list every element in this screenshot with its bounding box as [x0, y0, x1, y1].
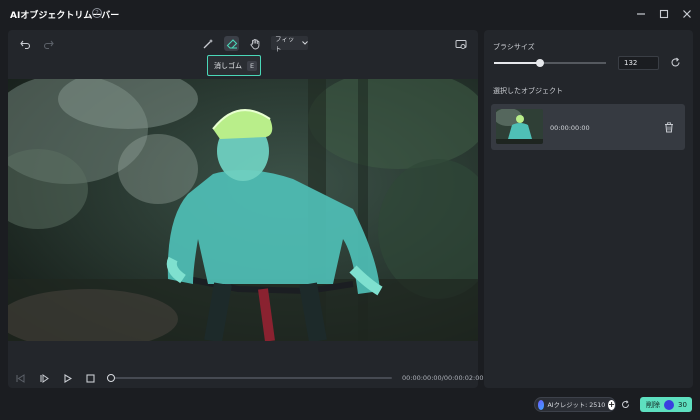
remove-button[interactable]: 削除 30	[640, 397, 692, 412]
reset-icon[interactable]	[670, 57, 682, 69]
eraser-icon[interactable]	[224, 36, 239, 51]
minimize-icon[interactable]	[634, 7, 648, 21]
object-thumbnail	[496, 109, 543, 144]
smart-brush-icon[interactable]	[201, 37, 215, 51]
maximize-icon[interactable]	[657, 7, 671, 21]
timeline-track[interactable]	[110, 377, 392, 379]
window-title: AIオブジェクトリムーバー	[10, 11, 120, 21]
brush-size-input[interactable]: 132	[618, 56, 659, 70]
hand-icon[interactable]	[248, 37, 262, 51]
trash-icon[interactable]	[664, 122, 674, 133]
refresh-icon[interactable]	[621, 400, 630, 409]
play-icon[interactable]	[62, 373, 72, 383]
selected-objects-label: 選択したオブジェクト	[493, 87, 563, 95]
brush-size-slider-fill	[494, 62, 540, 64]
zoom-fit-select[interactable]: フィット	[271, 35, 308, 53]
ai-credit-text: AIクレジット: 2510	[547, 402, 606, 409]
add-credit-icon[interactable]: +	[608, 399, 615, 410]
tooltip-label: 消しゴム	[214, 61, 242, 70]
ai-credit-icon	[538, 399, 545, 410]
undo-icon[interactable]	[18, 37, 32, 51]
eraser-tooltip: 消しゴム E	[207, 55, 261, 76]
title-bar: AIオブジェクトリムーバー ?	[0, 0, 700, 28]
brush-size-slider-thumb[interactable]	[535, 59, 544, 67]
time-readout: 00:00:00:00/00:00:02:00	[402, 374, 484, 382]
remove-button-label: 削除	[646, 400, 660, 409]
shortcut-key-badge: E	[247, 60, 258, 71]
zoom-fit-label: フィット	[275, 35, 295, 53]
timeline-playhead[interactable]	[107, 374, 115, 382]
remove-cost: 30	[678, 400, 687, 409]
chevron-down-icon	[302, 39, 308, 47]
redo-icon[interactable]	[41, 37, 55, 51]
close-icon[interactable]	[680, 7, 694, 21]
credit-coin-icon	[664, 399, 674, 410]
stop-icon[interactable]	[85, 373, 95, 383]
next-frame-icon[interactable]	[39, 373, 49, 383]
ai-credit-badge[interactable]: AIクレジット: 2510 +	[534, 397, 616, 412]
video-preview[interactable]	[8, 79, 478, 341]
object-time: 00:00:00:00	[550, 124, 590, 132]
previous-frame-icon[interactable]	[15, 373, 25, 383]
help-icon[interactable]: ?	[92, 8, 102, 18]
settings-panel	[484, 30, 693, 388]
compare-view-icon[interactable]	[454, 37, 468, 51]
brush-size-label: ブラシサイズ	[493, 43, 535, 51]
